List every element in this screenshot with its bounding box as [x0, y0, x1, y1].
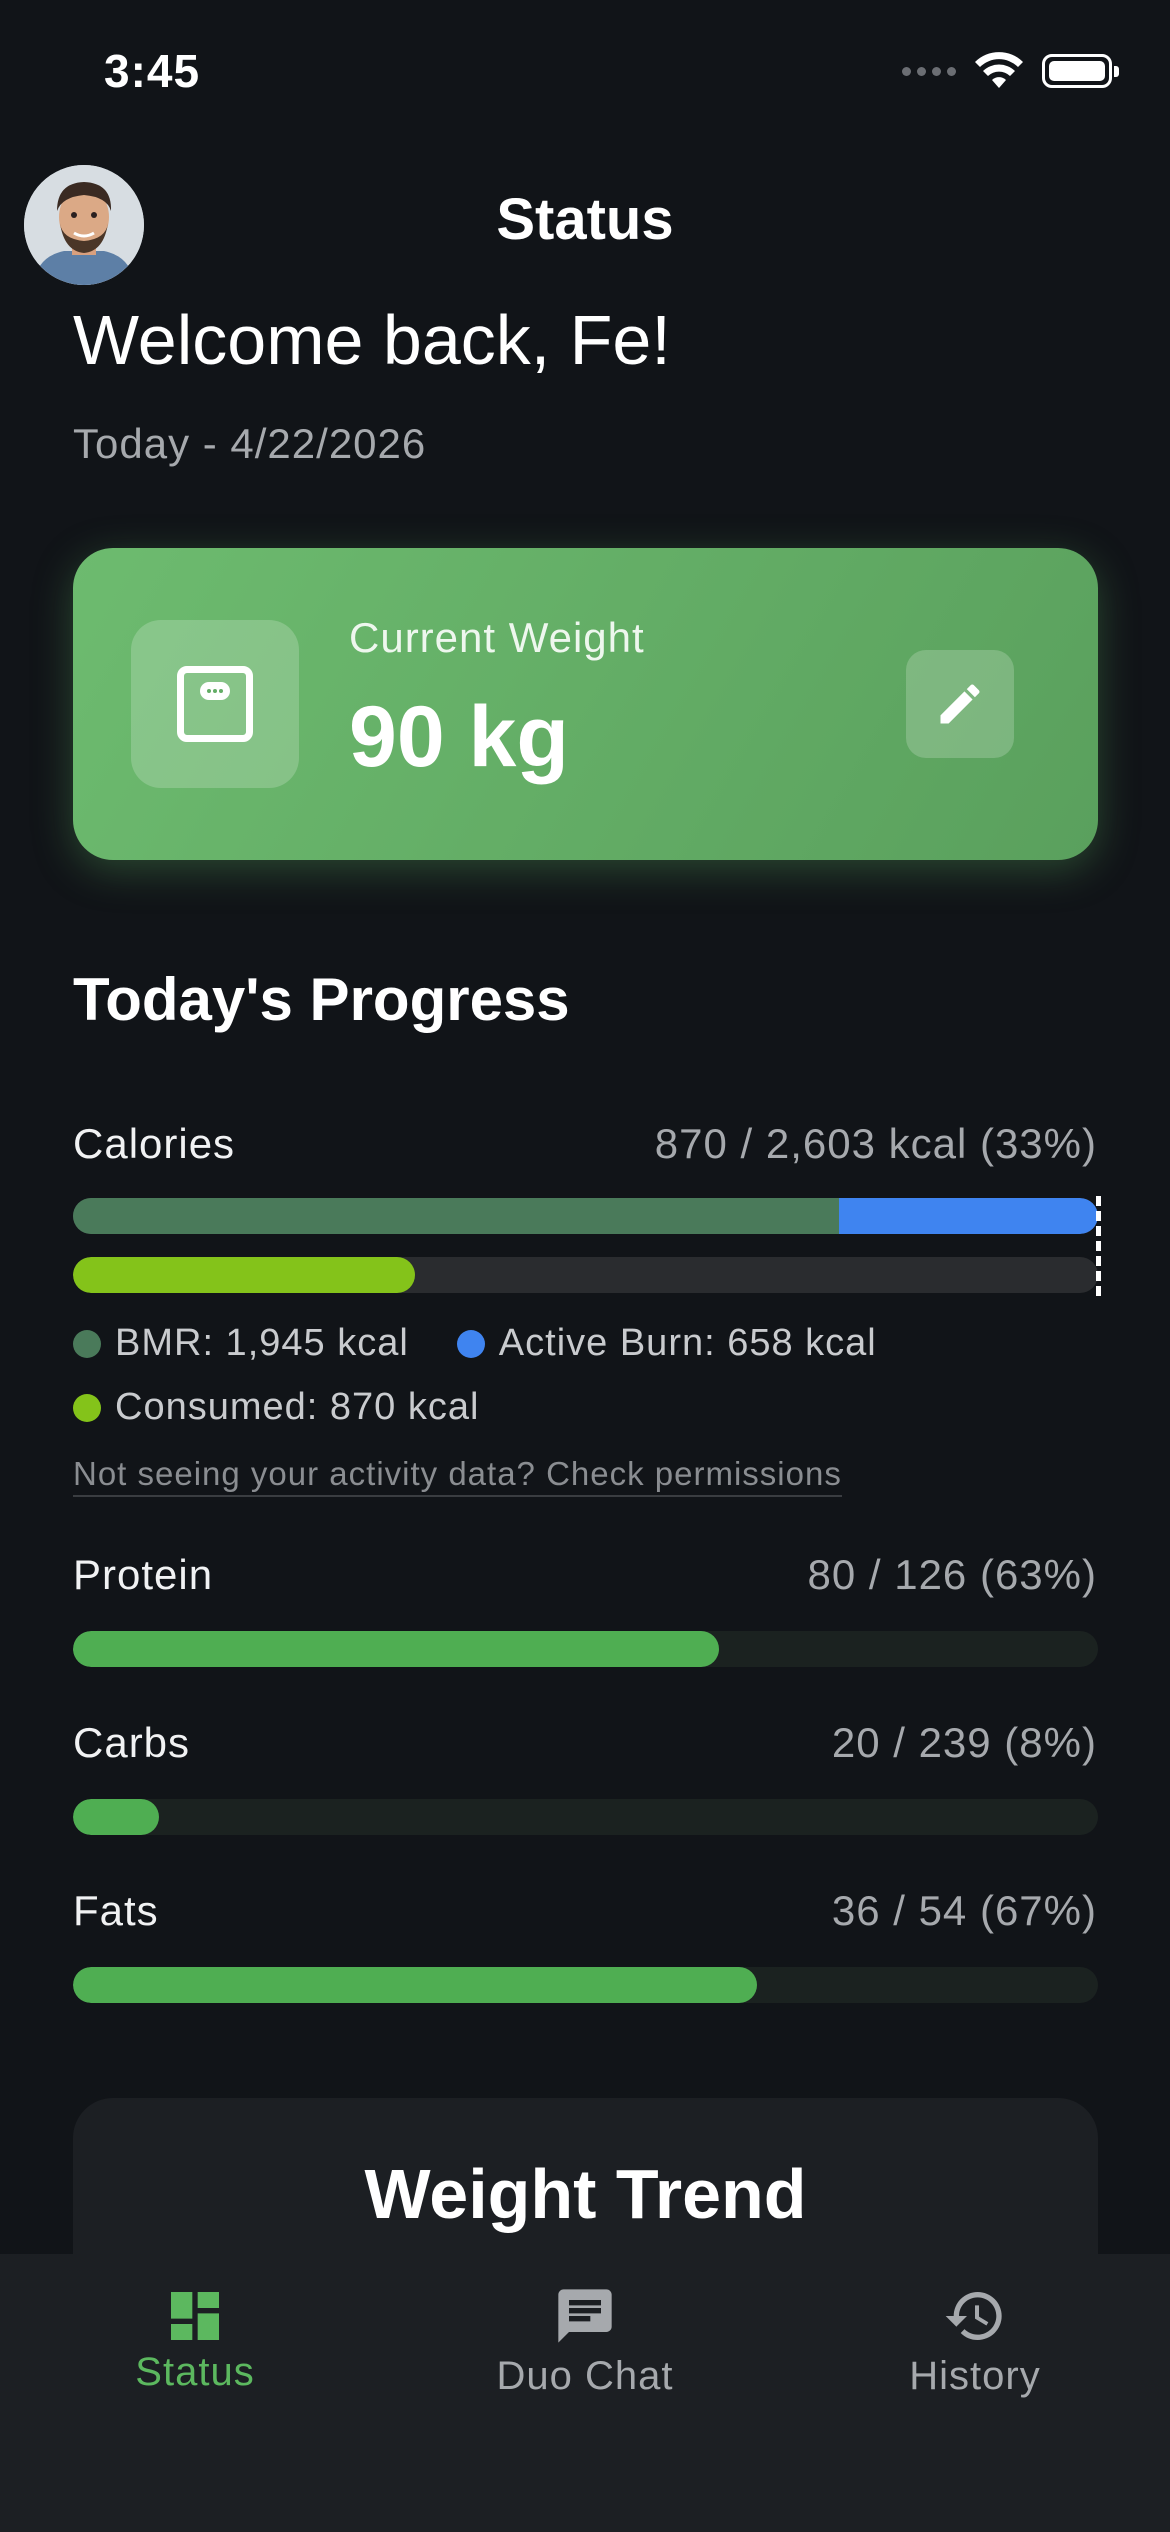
weight-trend-title: Weight Trend: [364, 2155, 807, 2233]
consumed-legend-dot: [73, 1393, 101, 1422]
fats-value: 36 / 54 (67%): [831, 1887, 1097, 1934]
tab-status-label: Status: [135, 2350, 255, 2394]
welcome-heading: Welcome back, Fe!: [73, 301, 671, 379]
active-burn-legend-dot: [456, 1329, 485, 1358]
protein-value: 80 / 126 (63%): [807, 1551, 1097, 1598]
bmr-legend-dot: [73, 1329, 101, 1358]
current-weight-label: Current Weight: [349, 614, 645, 661]
consumed-legend-label: Consumed: 870 kcal: [115, 1386, 480, 1428]
active-burn-segment: [839, 1198, 1098, 1234]
cellular-signal-icon: [902, 66, 956, 76]
tab-history[interactable]: History: [780, 2254, 1170, 2454]
bmr-segment: [73, 1198, 839, 1234]
calories-value: 870 / 2,603 kcal (33%): [654, 1120, 1097, 1167]
edit-weight-button[interactable]: [906, 650, 1014, 758]
calorie-burn-bar: [73, 1198, 1098, 1234]
calorie-legend-row-1: BMR: 1,945 kcal Active Burn: 658 kcal: [73, 1322, 877, 1365]
carbs-value: 20 / 239 (8%): [831, 1719, 1097, 1766]
current-weight-value: 90 kg: [349, 689, 569, 785]
calorie-legend-row-2: Consumed: 870 kcal: [73, 1386, 479, 1429]
tab-duo-chat[interactable]: Duo Chat: [390, 2254, 780, 2454]
fats-label: Fats: [73, 1887, 159, 1934]
dashboard-icon: [171, 2292, 219, 2340]
scale-icon: [177, 666, 253, 742]
tab-history-label: History: [909, 2354, 1041, 2398]
carbs-bar-fill: [73, 1799, 159, 1835]
carbs-bar: [73, 1799, 1098, 1835]
chat-icon: [558, 2289, 612, 2343]
pencil-icon: [940, 684, 980, 724]
screen-title: Status: [496, 187, 674, 252]
consumed-segment: [73, 1257, 415, 1293]
status-icons: [902, 52, 1119, 90]
battery-icon: [1042, 54, 1119, 88]
calories-consumed-bar: [73, 1257, 1098, 1293]
current-weight-card: Current Weight 90 kg: [73, 548, 1098, 860]
carbs-label: Carbs: [73, 1719, 191, 1766]
calorie-goal-marker: [1096, 1196, 1101, 1296]
wifi-icon: [975, 52, 1023, 88]
protein-bar-fill: [73, 1631, 719, 1667]
today-date: Today - 4/22/2026: [73, 420, 427, 467]
bottom-tab-bar: Status Duo Chat History: [0, 2254, 1170, 2532]
tab-status[interactable]: Status: [0, 2254, 390, 2454]
protein-bar: [73, 1631, 1098, 1667]
tab-duo-chat-label: Duo Chat: [496, 2354, 674, 2398]
fats-bar: [73, 1967, 1098, 2003]
calories-label: Calories: [73, 1120, 236, 1167]
bmr-legend-label: BMR: 1,945 kcal: [115, 1322, 409, 1364]
status-bar: 3:45: [0, 0, 1170, 150]
progress-section-title: Today's Progress: [73, 966, 570, 1033]
history-icon: [945, 2292, 1002, 2340]
fats-bar-fill: [73, 1967, 757, 2003]
scale-icon-box: [131, 620, 299, 788]
check-permissions-link[interactable]: Not seeing your activity data? Check per…: [73, 1455, 842, 1497]
active-burn-legend-label: Active Burn: 658 kcal: [498, 1322, 877, 1364]
status-time: 3:45: [104, 45, 201, 97]
protein-label: Protein: [73, 1551, 214, 1598]
